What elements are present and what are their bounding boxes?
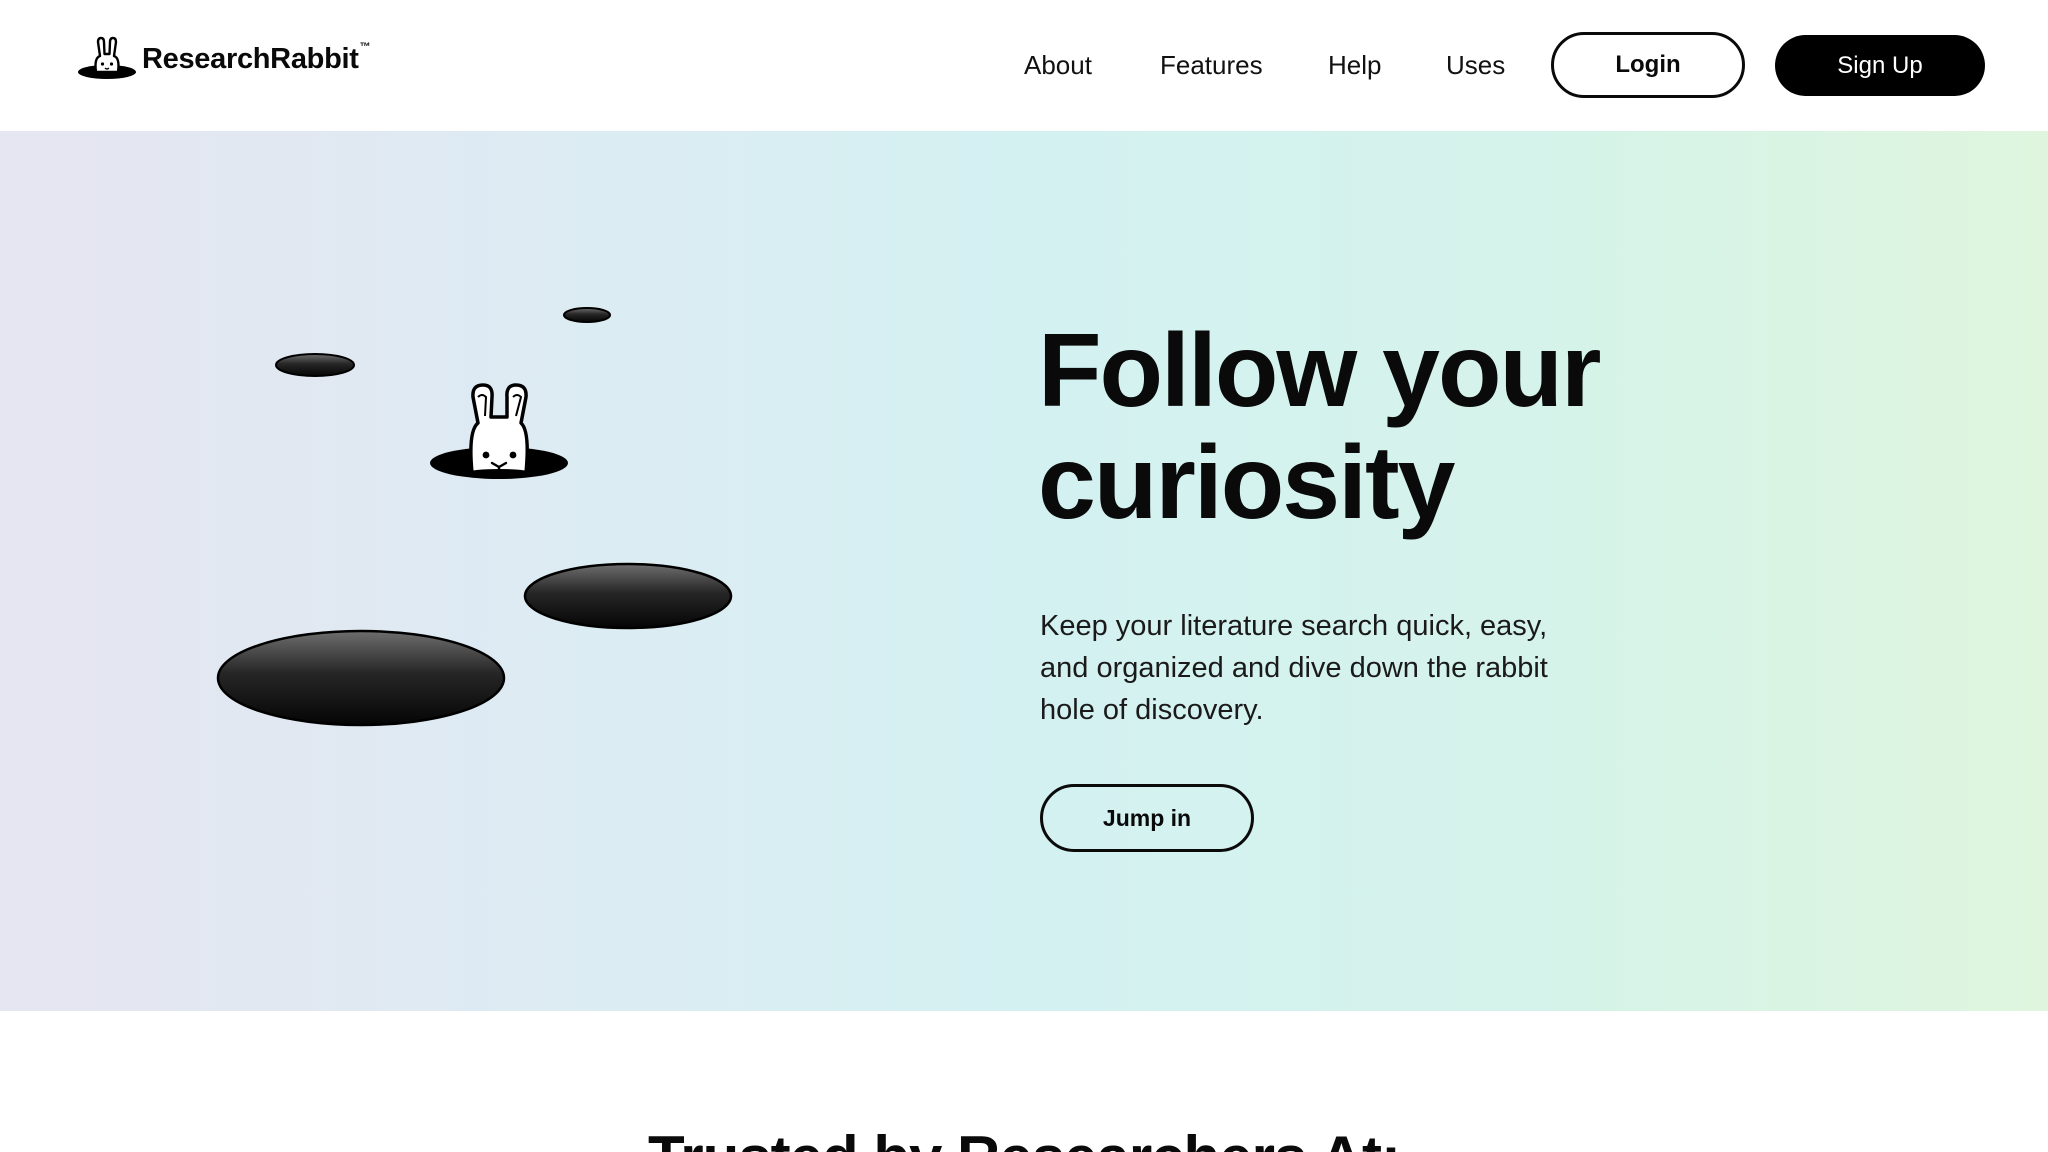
site-header: ResearchRabbit ™ About Features Help Use… <box>0 0 2048 131</box>
nav-features[interactable]: Features <box>1160 46 1263 84</box>
trusted-title: Trusted by Researchers At: <box>0 1123 2048 1152</box>
jump-in-button[interactable]: Jump in <box>1040 784 1254 852</box>
hero-title-line1: Follow your <box>1038 313 1602 429</box>
hero-title: Follow your curiosity <box>1038 315 1758 539</box>
nav-about[interactable]: About <box>1024 46 1092 84</box>
nav-help[interactable]: Help <box>1328 46 1381 84</box>
hole-tiny <box>563 307 611 323</box>
nav-uses[interactable]: Uses <box>1446 46 1505 84</box>
signup-button[interactable]: Sign Up <box>1775 35 1985 96</box>
trusted-section: Trusted by Researchers At: <box>0 1011 2048 1152</box>
login-button[interactable]: Login <box>1551 32 1745 98</box>
logo-link[interactable]: ResearchRabbit ™ <box>76 36 371 82</box>
rabbit-icon <box>469 383 529 475</box>
rabbit-in-hole-icon <box>78 36 136 79</box>
rabbit-holes-illustration <box>216 307 733 727</box>
logo-text: ResearchRabbit <box>142 42 359 75</box>
hero-subtitle: Keep your literature search quick, easy,… <box>1040 610 1548 726</box>
hole-medium <box>523 562 733 630</box>
hero-title-line2: curiosity <box>1038 425 1455 541</box>
hole-small <box>275 353 355 377</box>
trademark-symbol: ™ <box>359 41 371 53</box>
hero-section: Follow your curiosity Keep your literatu… <box>0 131 2048 1011</box>
hole-large <box>216 629 506 727</box>
